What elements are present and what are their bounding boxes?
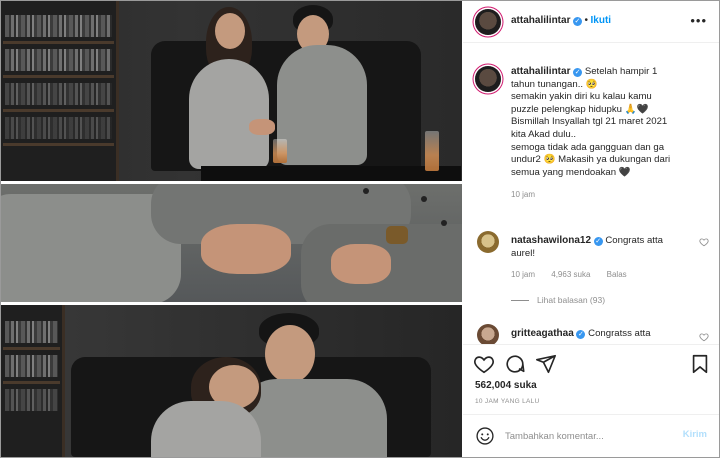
- header-author-row: attahalilintar ✓ • Ikuti: [511, 15, 611, 26]
- post-photo[interactable]: [1, 1, 462, 457]
- verified-badge-icon: ✓: [573, 68, 583, 77]
- author-username[interactable]: attahalilintar: [511, 15, 570, 26]
- caption-time: 10 jam: [511, 190, 536, 200]
- more-options-icon[interactable]: •••: [690, 13, 707, 28]
- commenter-avatar[interactable]: [477, 324, 499, 344]
- comments-section: attahalilintar ✓ Setelah hampir 1 tahun …: [463, 44, 719, 344]
- post-sidebar: attahalilintar ✓ • Ikuti ••• attahalilin…: [463, 1, 719, 457]
- bookshelf: [1, 1, 119, 181]
- bookmark-icon[interactable]: [689, 353, 711, 375]
- caption-line: kita Akad dulu..: [511, 128, 577, 140]
- caption-line: undur2 🥺 Makasih ya dukungan dari: [511, 154, 671, 166]
- verified-badge-icon: ✓: [576, 330, 586, 339]
- likes-count[interactable]: 562,004 suka: [475, 380, 537, 391]
- photo-panel-bottom: [1, 305, 462, 457]
- commenter-username[interactable]: gritteagathaa: [511, 328, 574, 339]
- caption-line: tahun tunangan.. 🥺: [511, 78, 598, 90]
- comment-item: natashawilona12 ✓ Congrats atta aurel!: [511, 235, 691, 260]
- comment-input[interactable]: [505, 427, 665, 445]
- small-heart-icon[interactable]: [699, 332, 709, 342]
- caption-avatar[interactable]: [475, 66, 501, 92]
- post-time-ago: 10 JAM YANG LALU: [475, 398, 540, 405]
- separator-dot: •: [584, 15, 589, 26]
- comment-item: gritteagathaa ✓ Congratss atta: [511, 328, 691, 339]
- caption-line: Bismillah Insyallah tgl 21 maret 2021: [511, 116, 668, 128]
- caption-line: semoga tidak ada gangguan dan ga: [511, 141, 665, 153]
- emoji-icon[interactable]: [475, 426, 495, 446]
- post-header: attahalilintar ✓ • Ikuti •••: [463, 1, 719, 43]
- comment-time: 10 jam: [511, 270, 536, 279]
- view-replies-button[interactable]: Lihat balasan (93): [511, 295, 605, 305]
- comment-meta: 10 jam 4,963 suka Balas: [511, 270, 641, 279]
- comment-composer: Kirim: [463, 414, 719, 457]
- caption-username[interactable]: attahalilintar: [511, 66, 570, 77]
- verified-badge-icon: ✓: [593, 237, 603, 246]
- author-avatar[interactable]: [475, 9, 501, 35]
- comment-icon[interactable]: [504, 353, 526, 375]
- commenter-username[interactable]: natashawilona12: [511, 235, 591, 246]
- caption: attahalilintar ✓ Setelah hampir 1 tahun …: [511, 66, 711, 202]
- caption-line: semakin yakin diri ku kalau kamu: [511, 91, 652, 103]
- reply-button[interactable]: Balas: [607, 270, 627, 279]
- bookshelf: [1, 305, 65, 457]
- view-replies-label: Lihat balasan (93): [537, 295, 606, 305]
- action-bar: 562,004 suka 10 JAM YANG LALU: [463, 344, 719, 414]
- follow-button[interactable]: Ikuti: [591, 15, 612, 26]
- caption-line: Setelah hampir 1: [584, 66, 658, 77]
- comment-text: aurel!: [511, 247, 535, 259]
- commenter-avatar[interactable]: [477, 231, 499, 253]
- share-icon[interactable]: [535, 353, 557, 375]
- photo-panel-middle: [1, 184, 462, 302]
- comment-likes[interactable]: 4,963 suka: [551, 270, 590, 279]
- small-heart-icon[interactable]: [699, 237, 709, 247]
- comment-text: Congratss atta: [588, 328, 651, 339]
- post-comment-button[interactable]: Kirim: [683, 429, 707, 440]
- comment-text: Congrats atta: [605, 235, 663, 246]
- photo-panel-top: [1, 1, 462, 181]
- caption-line: puzzle pelengkap hidupku 🙏🖤: [511, 103, 649, 115]
- heart-icon[interactable]: [473, 353, 495, 375]
- caption-line: semua yang mendoakan 🖤: [511, 166, 631, 178]
- verified-badge-icon: ✓: [572, 17, 582, 26]
